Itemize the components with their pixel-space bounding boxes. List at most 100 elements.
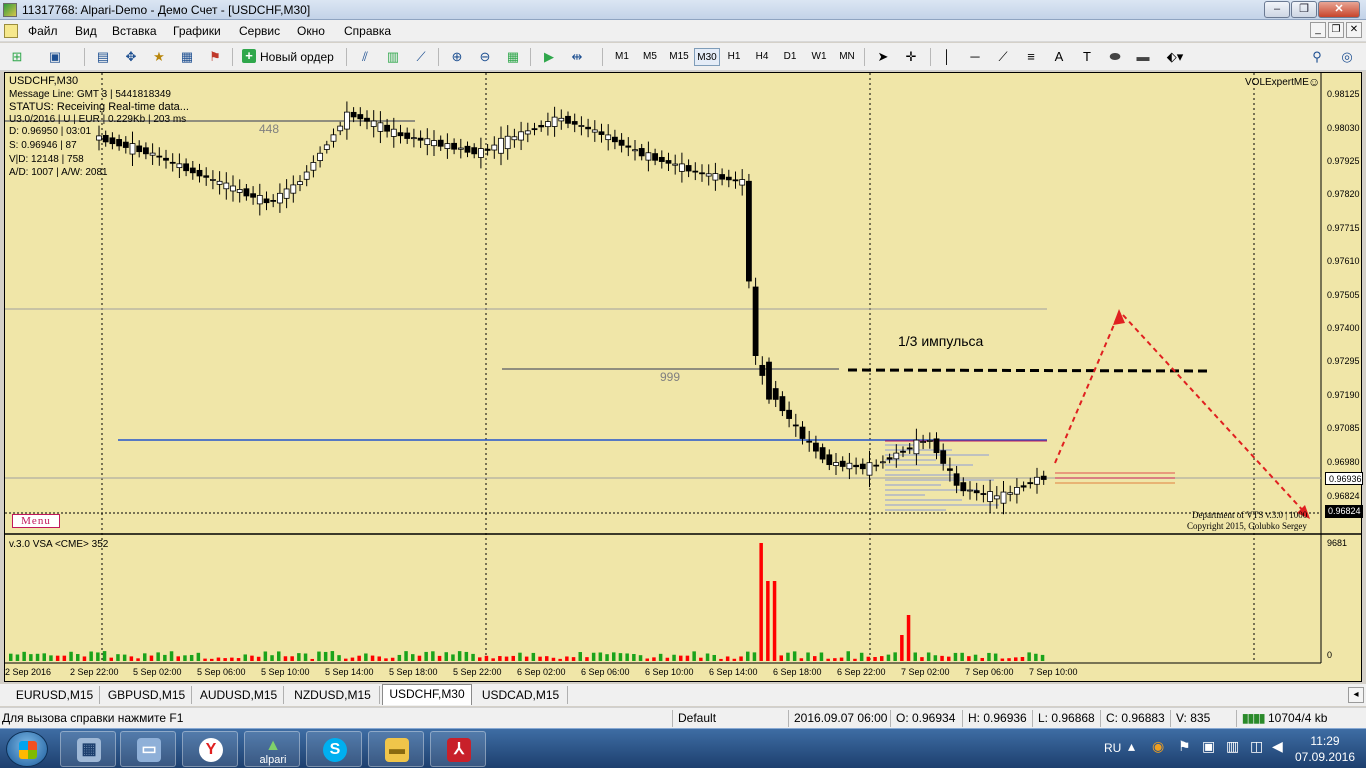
start-button[interactable] xyxy=(6,731,48,767)
price-tick: 0.96824 xyxy=(1327,491,1360,501)
strategy-tester-icon[interactable]: ▦ xyxy=(176,47,198,67)
language-indicator[interactable]: RU xyxy=(1104,741,1121,755)
taskbar-network-settings[interactable]: ▭ xyxy=(120,731,176,767)
horizontal-line-icon[interactable]: ─ xyxy=(964,47,986,67)
taskbar-calculator[interactable]: ▦ xyxy=(60,731,116,767)
text-icon[interactable]: A xyxy=(1048,47,1070,67)
chart-canvas[interactable] xyxy=(5,73,1361,681)
volume-bar xyxy=(1020,657,1025,661)
close-icon[interactable]: ✕ xyxy=(1318,1,1360,18)
volume-bar xyxy=(632,653,636,661)
new-chart-icon[interactable]: ⊞ xyxy=(6,47,28,67)
show-hidden-icons-icon[interactable]: ▴ xyxy=(1128,738,1135,755)
candle-body xyxy=(725,176,732,181)
tray-signal-icon[interactable]: ◫ xyxy=(1250,738,1263,755)
candle-body xyxy=(491,144,498,151)
zoom-in-icon[interactable]: ⊕ xyxy=(446,47,468,67)
candlestick-icon[interactable]: ▥ xyxy=(382,47,404,67)
menu-help[interactable]: Справка xyxy=(344,24,391,38)
menu-charts[interactable]: Графики xyxy=(173,24,221,38)
zoom-out-icon[interactable]: ⊖ xyxy=(474,47,496,67)
shapes-icon[interactable]: ⬖▾ xyxy=(1164,47,1186,67)
chart-window[interactable]: USDCHF,M30 Message Line: GMT 3 | 5441818… xyxy=(4,72,1363,682)
volume-icon[interactable]: ◀ xyxy=(1272,738,1283,755)
tab-eurusd[interactable]: EURUSD,M15 xyxy=(10,686,100,704)
rectangle-icon[interactable]: ▬ xyxy=(1132,47,1154,67)
volume-bar xyxy=(665,657,670,661)
volume-bar xyxy=(504,656,509,661)
volume-bar xyxy=(739,656,743,661)
taskbar-acrobat-reader[interactable]: ⅄ xyxy=(430,731,486,767)
ellipse-icon[interactable]: ⬬ xyxy=(1104,47,1126,67)
strategy-tester-icon-2[interactable]: ⚑ xyxy=(204,47,226,67)
volume-bar xyxy=(839,657,844,661)
crosshair-icon[interactable]: ✛ xyxy=(900,47,922,67)
trendline-icon[interactable]: ⟋ xyxy=(992,47,1014,67)
timeframe-m5[interactable]: M5 xyxy=(638,48,662,66)
taskbar-file-explorer[interactable]: ▬ xyxy=(368,731,424,767)
menu-tools[interactable]: Сервис xyxy=(239,24,280,38)
chart-document-icon[interactable] xyxy=(4,24,18,38)
volume-bar xyxy=(437,655,442,661)
timeframe-m30[interactable]: M30 xyxy=(694,48,720,66)
tab-audusd[interactable]: AUDUSD,M15 xyxy=(194,686,284,704)
taskbar-alpari[interactable]: ▲ alpari xyxy=(244,731,300,767)
timeframe-m15[interactable]: M15 xyxy=(666,48,692,66)
tray-app-icon[interactable]: ◉ xyxy=(1152,738,1164,755)
tabs-scroll-icon[interactable]: ◂ xyxy=(1348,687,1364,703)
mdi-restore-icon[interactable]: ❐ xyxy=(1328,22,1344,38)
timeframe-m1[interactable]: M1 xyxy=(610,48,634,66)
volume-bar xyxy=(411,654,415,661)
taskbar-yandex-browser[interactable]: Y xyxy=(182,731,238,767)
candle-body xyxy=(839,460,846,467)
search-icon[interactable]: ⚲ xyxy=(1306,47,1328,67)
system-clock[interactable]: 11:29 07.09.2016 xyxy=(1290,733,1360,765)
candle-body xyxy=(719,174,725,180)
menu-view[interactable]: Вид xyxy=(75,24,97,38)
market-watch-icon[interactable]: ▤ xyxy=(92,47,114,67)
candle-body xyxy=(571,121,578,125)
bar-chart-icon[interactable]: ⫽ xyxy=(354,47,376,67)
expert-status-icon[interactable]: ☺ xyxy=(1308,75,1320,89)
chart-shift-icon[interactable]: ⇹ xyxy=(566,47,588,67)
tray-device-icon[interactable]: ▣ xyxy=(1202,738,1215,755)
autoscroll-icon[interactable]: ▶ xyxy=(538,47,560,67)
community-icon[interactable]: ◎ xyxy=(1336,47,1358,67)
timeframe-w1[interactable]: W1 xyxy=(806,48,832,66)
new-order-button[interactable]: + Новый ордер xyxy=(240,47,338,67)
tab-gbpusd[interactable]: GBPUSD,M15 xyxy=(102,686,192,704)
profiles-icon[interactable]: ▣ xyxy=(44,47,66,67)
tile-windows-icon[interactable]: ▦ xyxy=(502,47,524,67)
cursor-icon[interactable]: ➤ xyxy=(872,47,894,67)
vertical-line-icon[interactable]: │ xyxy=(936,47,958,67)
price-tick: 0.97820 xyxy=(1327,189,1360,199)
timeframe-d1[interactable]: D1 xyxy=(778,48,802,66)
candle-body xyxy=(953,473,960,486)
volume-bar xyxy=(826,658,830,661)
restore-icon[interactable]: ❐ xyxy=(1291,1,1317,18)
menu-file[interactable]: Файл xyxy=(28,24,58,38)
line-chart-icon[interactable]: ⟋ xyxy=(410,47,432,67)
mdi-minimize-icon[interactable]: _ xyxy=(1310,22,1326,38)
tray-flag-icon[interactable]: ⚑ xyxy=(1178,738,1191,755)
volume-bar xyxy=(337,655,341,661)
menu-window[interactable]: Окно xyxy=(297,24,325,38)
minimize-icon[interactable]: – xyxy=(1264,1,1290,18)
label-icon[interactable]: T xyxy=(1076,47,1098,67)
channel-icon[interactable]: ≡ xyxy=(1020,47,1042,67)
tab-nzdusd[interactable]: NZDUSD,M15 xyxy=(286,686,380,704)
volume-bar xyxy=(940,655,944,661)
timeframe-h4[interactable]: H4 xyxy=(750,48,774,66)
timeframe-h1[interactable]: H1 xyxy=(722,48,746,66)
menu-insert[interactable]: Вставка xyxy=(112,24,157,38)
navigator-icon[interactable]: ✥ xyxy=(120,47,142,67)
timeframe-mn[interactable]: MN xyxy=(834,48,860,66)
tab-usdchf[interactable]: USDCHF,M30 xyxy=(382,684,472,705)
volume-bar xyxy=(1007,658,1011,661)
mdi-close-icon[interactable]: ✕ xyxy=(1346,22,1362,38)
tab-usdcad[interactable]: USDCAD,M15 xyxy=(474,686,568,704)
tray-network-icon[interactable]: ▥ xyxy=(1226,738,1239,755)
indicator-menu-button[interactable]: Menu xyxy=(12,514,60,528)
terminal-icon[interactable]: ★ xyxy=(148,47,170,67)
taskbar-skype[interactable]: S xyxy=(306,731,362,767)
